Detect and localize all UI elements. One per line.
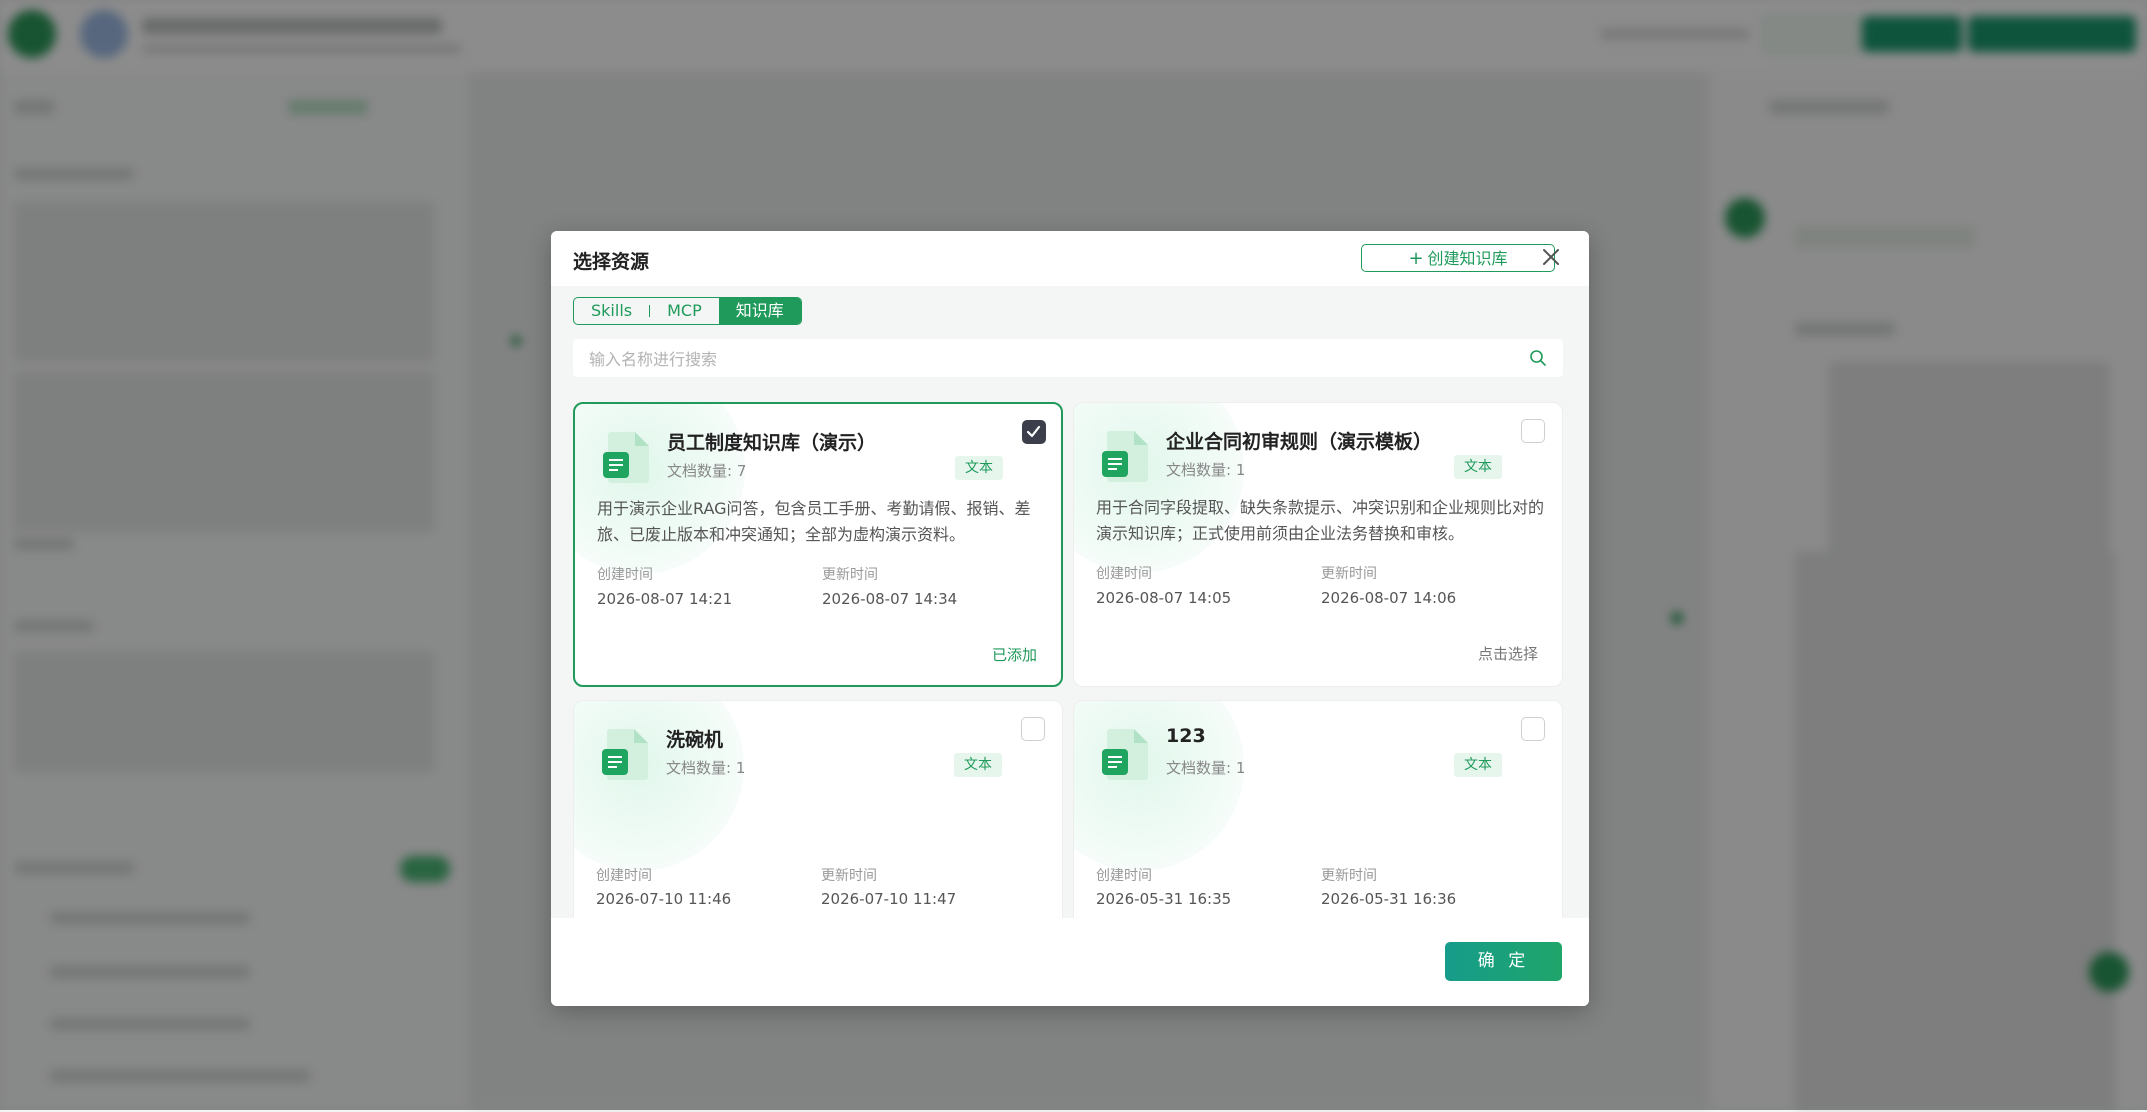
knowledge-base-name: 员工制度知识库（演示） [667,432,877,454]
created-time-label: 创建时间 [1096,868,1152,884]
document-count: 文档数量: 7 [667,462,747,480]
close-icon[interactable] [1538,244,1564,270]
create-knowledge-base-label: 创建知识库 [1427,249,1508,268]
knowledge-base-name: 企业合同初审规则（演示模板） [1166,431,1433,453]
type-badge: 文本 [1454,753,1502,777]
type-badge: 文本 [1454,455,1502,479]
click-to-select-link[interactable]: 点击选择 [1478,643,1538,664]
search-icon[interactable] [1529,349,1547,367]
tab-mcp[interactable]: MCP [650,298,719,324]
updated-time-value: 2026-07-10 11:47 [821,890,957,908]
document-count: 文档数量: 1 [1166,461,1246,479]
type-badge: 文本 [955,456,1003,480]
create-knowledge-base-button[interactable]: + 创建知识库 [1361,244,1555,272]
document-icon [1102,429,1150,483]
knowledge-base-card[interactable]: 企业合同初审规则（演示模板） 文档数量: 1 文本 用于合同字段提取、缺失条款提… [1073,402,1563,687]
updated-time-label: 更新时间 [1321,566,1377,582]
document-count: 文档数量: 1 [666,759,746,777]
select-checkbox[interactable] [1022,420,1046,444]
created-time-label: 创建时间 [596,868,652,884]
created-time-value: 2026-07-10 11:46 [596,890,732,908]
tab-skills[interactable]: Skills [574,298,649,324]
knowledge-base-name: 123 [1166,725,1206,747]
created-time-value: 2026-08-07 14:21 [597,590,733,608]
plus-icon: + [1408,248,1424,269]
search-box [573,339,1563,379]
select-checkbox[interactable] [1521,717,1545,741]
created-time-label: 创建时间 [1096,566,1152,582]
dialog-footer: 确 定 [551,918,1589,1006]
dialog-body: Skills MCP 知识库 员工制度知识库（演示） 文档数量: 7 文本 用于… [551,286,1589,985]
search-input[interactable] [587,339,1511,379]
created-time-label: 创建时间 [597,567,653,583]
tab-knowledge-base[interactable]: 知识库 [718,298,801,324]
knowledge-base-name: 洗碗机 [666,729,724,751]
dialog-header: 选择资源 + 创建知识库 [551,231,1589,286]
knowledge-base-description: 用于合同字段提取、缺失条款提示、冲突识别和企业规则比对的演示知识库；正式使用前须… [1096,498,1545,543]
created-time-value: 2026-05-31 16:35 [1096,890,1232,908]
knowledge-base-card[interactable]: 员工制度知识库（演示） 文档数量: 7 文本 用于演示企业RAG问答，包含员工手… [573,402,1063,687]
updated-time-label: 更新时间 [821,868,877,884]
type-badge: 文本 [954,753,1002,777]
document-icon [603,430,651,484]
added-status: 已添加 [991,646,1037,664]
confirm-button[interactable]: 确 定 [1445,942,1562,981]
updated-time-label: 更新时间 [1321,868,1377,884]
updated-time-value: 2026-08-07 14:06 [1321,589,1457,607]
created-time-value: 2026-08-07 14:05 [1096,589,1232,607]
select-checkbox[interactable] [1521,419,1545,443]
document-icon [1102,727,1150,781]
document-icon [602,727,650,781]
resource-type-tabs: Skills MCP 知识库 [573,297,802,325]
knowledge-base-description: 用于演示企业RAG问答，包含员工手册、考勤请假、报销、差旅、已废止版本和冲突通知… [597,499,1031,544]
updated-time-value: 2026-08-07 14:34 [822,590,958,608]
select-resource-dialog: 选择资源 +创建知识库 Skills MCP 知识库 员工制度知识库（演示） [551,231,1589,1006]
dialog-title: 选择资源 [573,251,650,273]
select-checkbox[interactable] [1021,717,1045,741]
document-count: 文档数量: 1 [1166,759,1246,777]
updated-time-value: 2026-05-31 16:36 [1321,890,1457,908]
updated-time-label: 更新时间 [822,567,878,583]
